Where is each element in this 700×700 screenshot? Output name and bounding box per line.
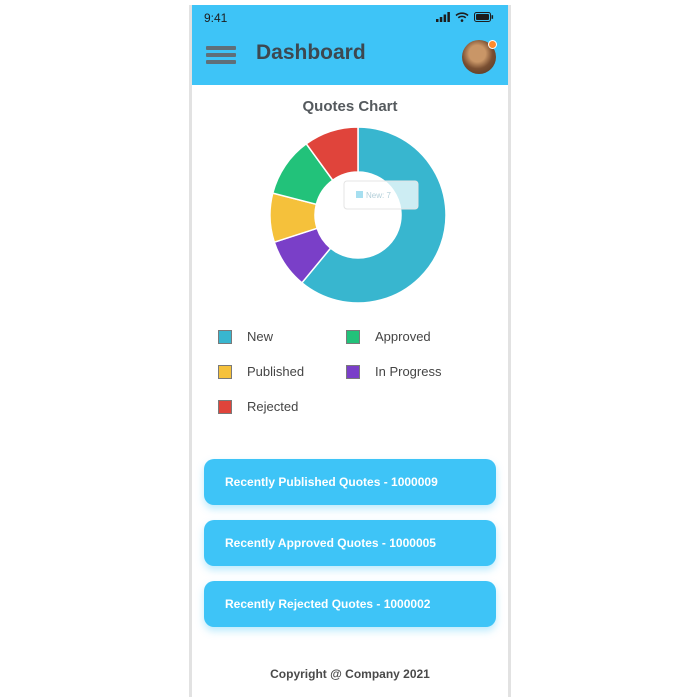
- app-header: 9:41 Dashboard: [192, 5, 508, 85]
- status-time: 9:41: [204, 11, 228, 25]
- legend-label-in-progress: In Progress: [375, 364, 442, 379]
- signal-icon: [436, 12, 450, 22]
- legend-label-new: New: [247, 329, 274, 344]
- phone-frame: 9:41 Dashboard Quotes Chart New: 7 New A…: [189, 5, 511, 697]
- legend-swatch-approved: [346, 329, 360, 344]
- legend-item-approved: Approved: [346, 329, 431, 344]
- recently-approved-quotes-button[interactable]: Recently Approved Quotes - 1000005: [204, 520, 496, 566]
- legend-item-new: New: [218, 329, 273, 344]
- notification-dot: [488, 40, 497, 49]
- legend-item-rejected: Rejected: [218, 399, 298, 414]
- battery-icon: [474, 12, 494, 22]
- legend-swatch-new: [218, 329, 232, 344]
- legend-swatch-in-progress: [346, 364, 360, 379]
- legend-swatch-published: [218, 364, 232, 379]
- quotes-donut-chart: New: 7: [269, 126, 447, 304]
- recently-rejected-quotes-button[interactable]: Recently Rejected Quotes - 1000002: [204, 581, 496, 627]
- legend-label-rejected: Rejected: [247, 399, 299, 414]
- legend-swatch-rejected: [218, 399, 232, 414]
- chart-title: Quotes Chart: [302, 98, 398, 115]
- page-title: Dashboard: [256, 41, 366, 64]
- chart-tooltip: New: 7: [343, 180, 419, 210]
- legend-item-published: Published: [218, 364, 304, 379]
- legend-label-published: Published: [247, 364, 305, 379]
- status-icons: [436, 12, 494, 22]
- wifi-icon: [455, 12, 469, 22]
- menu-icon[interactable]: [206, 46, 236, 65]
- legend-item-in-progress: In Progress: [346, 364, 441, 379]
- footer-copyright: Copyright @ Company 2021: [270, 667, 430, 681]
- legend-label-approved: Approved: [375, 329, 431, 344]
- recently-published-quotes-button[interactable]: Recently Published Quotes - 1000009: [204, 459, 496, 505]
- chart-tooltip-label: New: 7: [366, 191, 391, 200]
